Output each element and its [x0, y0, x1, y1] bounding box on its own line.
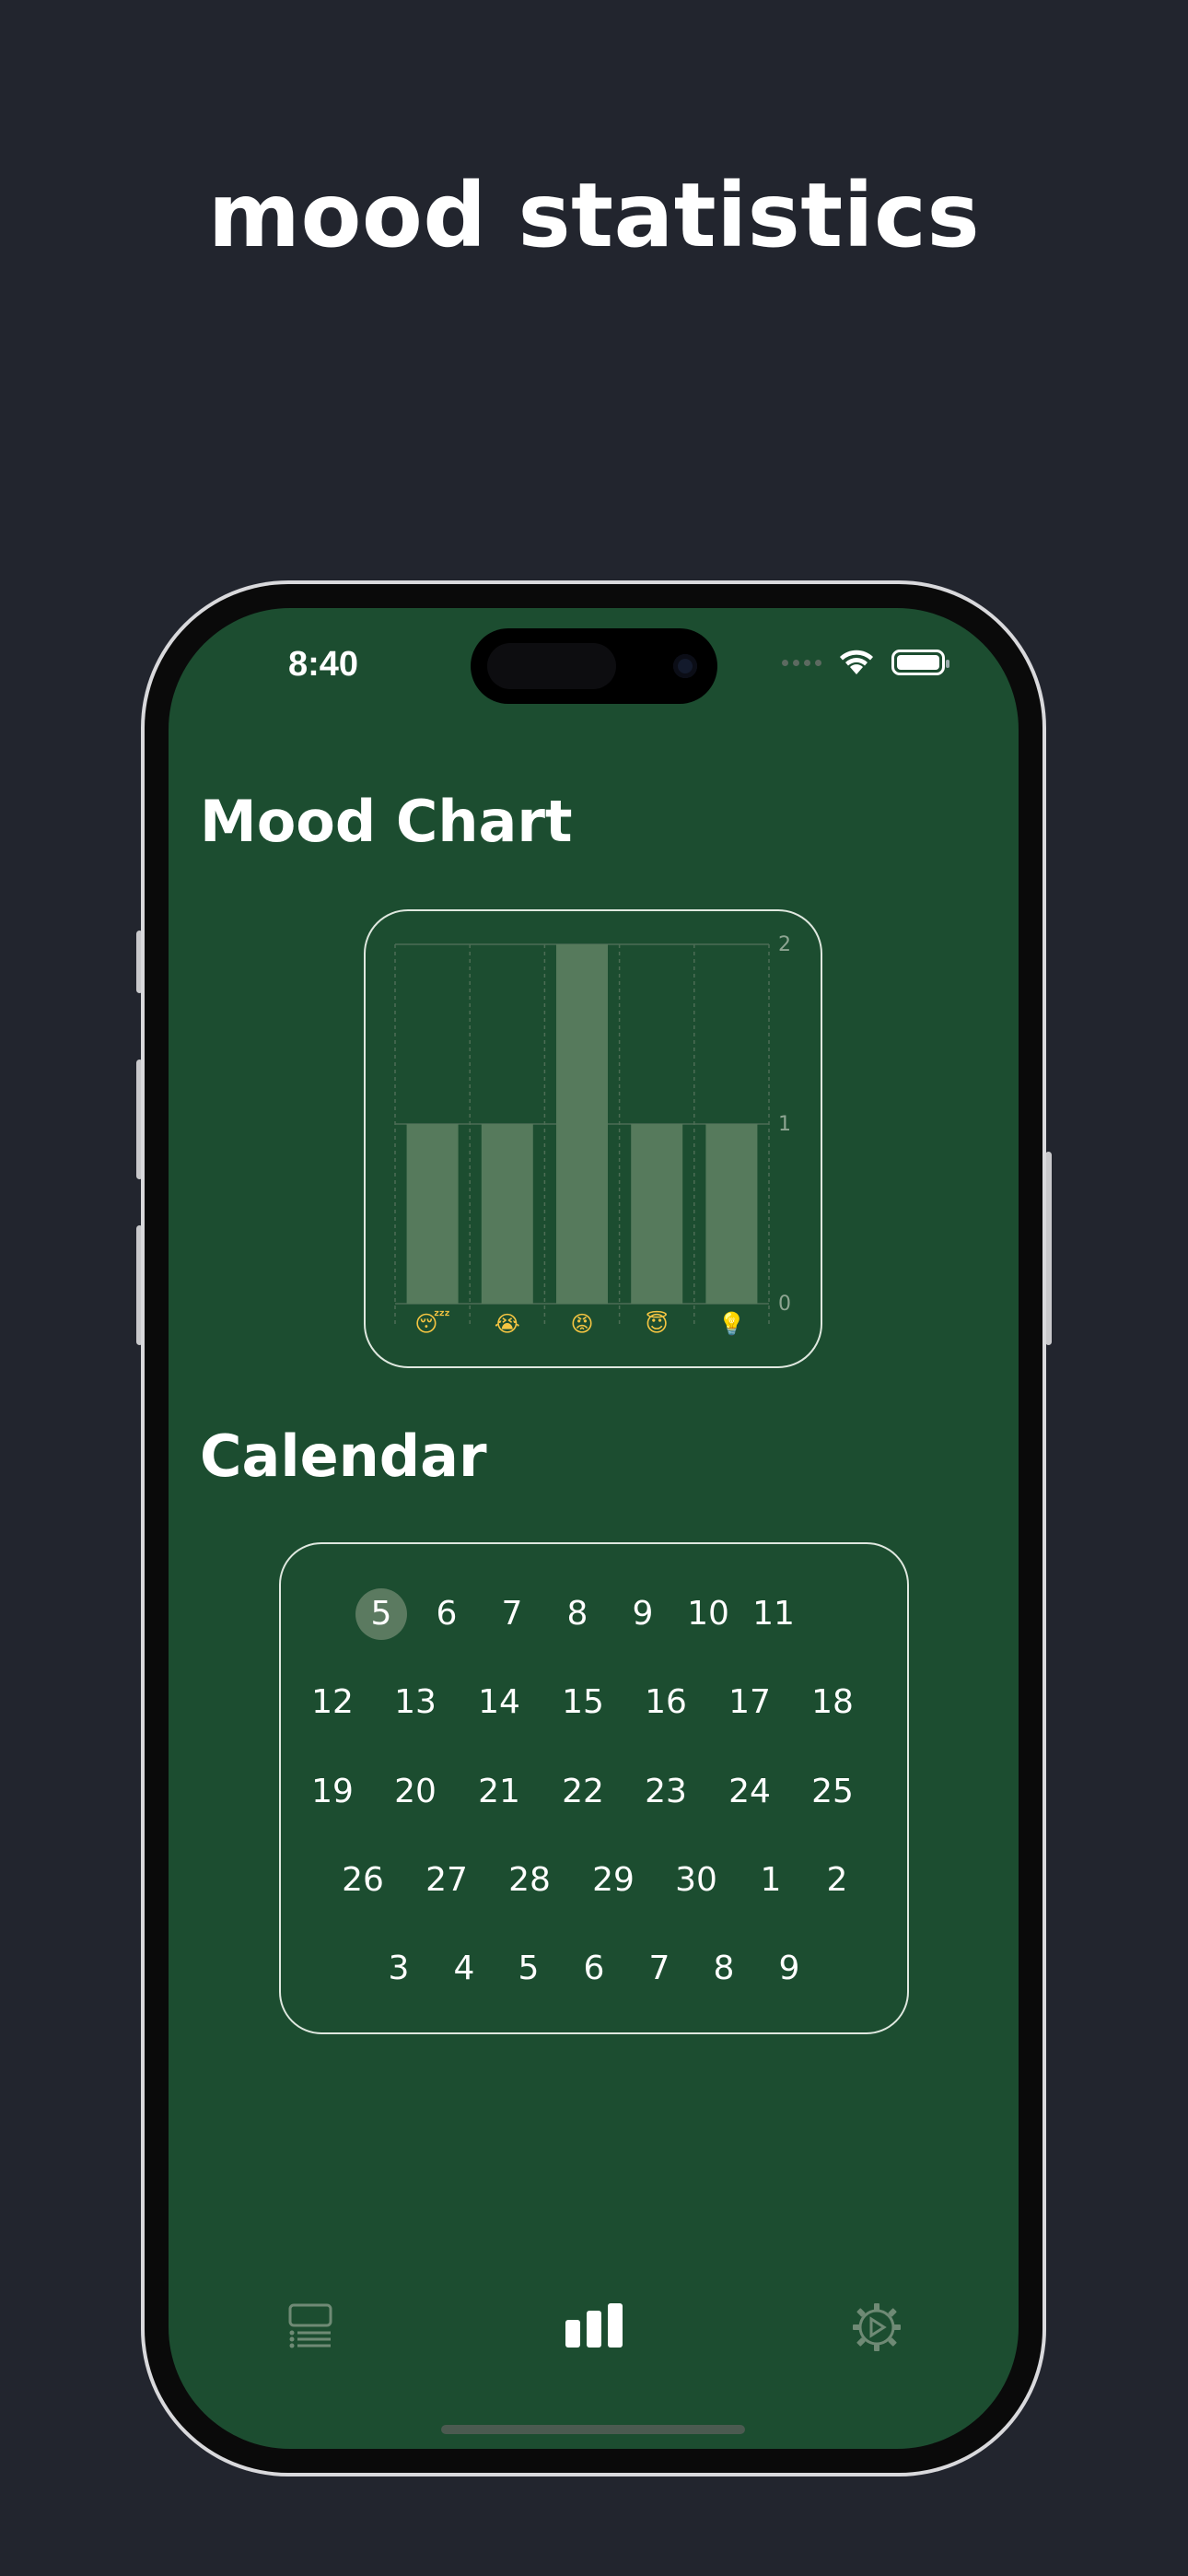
power-button: [1045, 1152, 1052, 1345]
calendar-day[interactable]: 15: [557, 1677, 609, 1728]
app-screen: 8:40 Mood Chart 0 1 2 😴 😭 😡 😇 💡 Calendar 567891…: [169, 608, 1019, 2449]
cellular-icon: [782, 659, 821, 666]
calendar-day[interactable]: 23: [640, 1766, 692, 1818]
calendar-day[interactable]: 9: [617, 1588, 669, 1640]
calendar-day[interactable]: 20: [390, 1766, 441, 1818]
home-indicator: [441, 2425, 745, 2434]
x-tick-label: 😇: [646, 1310, 669, 1337]
mood-bar-chart: 0 1 2 😴 😭 😡 😇 💡: [394, 933, 791, 1337]
dynamic-island: [471, 628, 717, 704]
calendar-day-selected[interactable]: 5: [355, 1588, 407, 1640]
calendar-day[interactable]: 27: [421, 1855, 472, 1906]
x-tick-label: 😡: [570, 1311, 593, 1337]
camera-icon: [673, 654, 697, 678]
calendar-day[interactable]: 3: [373, 1943, 425, 1995]
calendar-day[interactable]: 29: [588, 1855, 639, 1906]
calendar-day[interactable]: 14: [473, 1677, 525, 1728]
wifi-icon: [840, 650, 873, 674]
calendar-day[interactable]: 5: [503, 1943, 554, 1995]
calendar-day[interactable]: 2: [811, 1855, 863, 1906]
calendar-day[interactable]: 28: [504, 1855, 555, 1906]
calendar-day[interactable]: 18: [807, 1677, 858, 1728]
tab-statistics[interactable]: [564, 2301, 624, 2354]
calendar-week-row: 26 27 28 29 30 1 2: [281, 1855, 907, 1919]
calendar-card: 5 6 7 8 9 10 11 12 13 14 15 16 17 18 19 20 21 22 23 24 25 26 2…: [279, 1542, 909, 2034]
x-tick-label: 😴: [414, 1310, 450, 1337]
calendar-day[interactable]: 22: [557, 1766, 609, 1818]
y-tick-label: 2: [778, 933, 791, 956]
tab-settings[interactable]: [851, 2301, 903, 2358]
calendar-week-row: 19 20 21 22 23 24 25: [281, 1766, 907, 1831]
calendar-week-row: 12 13 14 15 16 17 18: [281, 1677, 907, 1741]
calendar-day[interactable]: 10: [682, 1588, 734, 1640]
calendar-day[interactable]: 30: [670, 1855, 722, 1906]
calendar-day[interactable]: 4: [438, 1943, 490, 1995]
bar-3: [556, 944, 608, 1304]
calendar-day[interactable]: 26: [337, 1855, 389, 1906]
list-icon: [288, 2303, 332, 2348]
battery-icon: [891, 650, 949, 675]
calendar-day[interactable]: 9: [763, 1943, 815, 1995]
calendar-day[interactable]: 13: [390, 1677, 441, 1728]
status-icons: [782, 649, 949, 676]
y-tick-label: 1: [778, 1113, 791, 1136]
calendar-day[interactable]: 21: [473, 1766, 525, 1818]
bar-chart-icon: [565, 2303, 623, 2348]
calendar-day[interactable]: 8: [698, 1943, 750, 1995]
bar-2: [481, 1124, 533, 1304]
promo-headline: mood statistics: [207, 164, 981, 267]
gear-icon: [853, 2303, 901, 2351]
calendar-week-row: 5 6 7 8 9 10 11: [281, 1588, 907, 1653]
calendar-day[interactable]: 6: [421, 1588, 472, 1640]
calendar-day[interactable]: 19: [307, 1766, 358, 1818]
bar-1: [406, 1124, 459, 1304]
calendar-day[interactable]: 17: [724, 1677, 775, 1728]
mood-chart-title: Mood Chart: [200, 788, 573, 855]
calendar-day[interactable]: 6: [568, 1943, 620, 1995]
bar-4: [631, 1124, 683, 1304]
calendar-day[interactable]: 7: [634, 1943, 685, 1995]
calendar-day[interactable]: 11: [748, 1588, 799, 1640]
calendar-title: Calendar: [200, 1423, 487, 1490]
calendar-day[interactable]: 24: [724, 1766, 775, 1818]
calendar-week-row: 3456789: [281, 1943, 907, 2008]
calendar-day[interactable]: 16: [640, 1677, 692, 1728]
calendar-day[interactable]: 12: [307, 1677, 358, 1728]
x-tick-label: 😭: [495, 1311, 520, 1337]
calendar-day[interactable]: 1: [745, 1855, 797, 1906]
bar-5: [705, 1124, 758, 1304]
calendar-day[interactable]: 7: [486, 1588, 538, 1640]
y-tick-label: 0: [778, 1293, 791, 1316]
calendar-day[interactable]: 8: [552, 1588, 603, 1640]
x-tick-label: 💡: [717, 1311, 745, 1337]
mood-chart-card: 0 1 2 😴 😭 😡 😇 💡: [364, 909, 822, 1368]
calendar-day[interactable]: 25: [807, 1766, 858, 1818]
tab-entries[interactable]: [286, 2301, 334, 2354]
status-time: 8:40: [288, 645, 359, 684]
